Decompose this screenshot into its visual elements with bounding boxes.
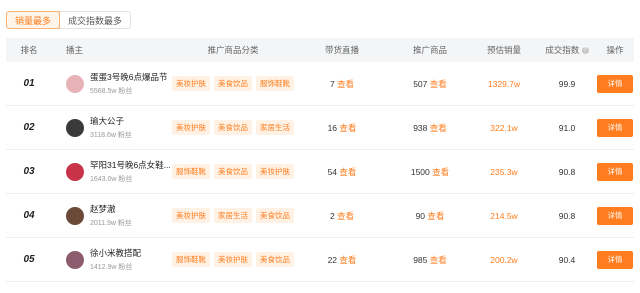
ranking-panel: 销量最多 成交指数最多 排名 播主 推广商品分类 带货直播 推广商品 预估销量 …: [0, 0, 640, 293]
rank-number: 02: [23, 122, 35, 133]
detail-button[interactable]: 详情: [597, 250, 633, 269]
category-tags: 服饰鞋靴 美妆护肤 美食饮品: [172, 252, 294, 267]
fans-count: 1643.0w 粉丝: [90, 176, 133, 183]
live-count: 16: [327, 122, 338, 133]
sort-tabs: 销量最多 成交指数最多: [6, 11, 132, 29]
live-count: 54: [327, 166, 338, 177]
anchor-name[interactable]: 徐小米教搭配: [90, 247, 141, 259]
category-tag: 服饰鞋靴: [256, 76, 294, 91]
header-category: 推广商品分类: [207, 45, 259, 55]
live-count: 22: [327, 254, 338, 265]
view-live-link[interactable]: 查看: [339, 123, 356, 133]
category-tag: 家居生活: [214, 208, 252, 223]
tab-most-index[interactable]: 成交指数最多: [60, 11, 132, 29]
header-anchor: 播主: [66, 45, 84, 55]
header-live: 带货直播: [324, 45, 359, 55]
category-tag: 服饰鞋靴: [172, 164, 210, 179]
detail-button[interactable]: 详情: [597, 162, 633, 181]
anchor-name[interactable]: 蛋蛋3号晚6点爆品节: [90, 71, 167, 83]
category-tag: 美妆护肤: [214, 252, 252, 267]
avatar[interactable]: [66, 162, 84, 181]
category-tag: 美妆护肤: [256, 164, 294, 179]
table-body: 01 蛋蛋3号晚6点爆品节 5568.5w 粉丝 美妆护肤 美食饮品 服饰鞋靴 7 查看 50…: [6, 62, 634, 282]
view-live-link[interactable]: 查看: [339, 255, 356, 265]
info-icon[interactable]: ?: [581, 47, 589, 55]
view-goods-link[interactable]: 查看: [430, 255, 447, 265]
view-goods-link[interactable]: 查看: [430, 123, 447, 133]
estimated-sales: 235.3w: [490, 166, 518, 177]
detail-button[interactable]: 详情: [597, 74, 633, 93]
detail-button[interactable]: 详情: [597, 206, 633, 225]
header-sales: 预估销量: [486, 45, 521, 55]
estimated-sales: 214.5w: [490, 210, 518, 221]
anchor-ranking-table: 排名 播主 推广商品分类 带货直播 推广商品 预估销量 成交指数 ? 操作 01…: [6, 38, 634, 282]
deal-index: 99.9: [558, 78, 576, 89]
category-tag: 美食饮品: [214, 120, 252, 135]
rank-number: 03: [23, 166, 35, 177]
fans-count: 2011.9w 粉丝: [90, 220, 132, 227]
rank-number: 04: [23, 210, 35, 221]
table-row: 04 赵梦澈 2011.9w 粉丝 美妆护肤 家居生活 美食饮品 2 查看 90 查看 214.…: [6, 194, 634, 238]
category-tag: 美食饮品: [256, 208, 294, 223]
fans-count: 3118.6w 粉丝: [90, 132, 132, 139]
table-row: 02 瑜大公子 3118.6w 粉丝 美妆护肤 美食饮品 家居生活 16 查看 938 查看 3…: [6, 106, 634, 150]
table-header: 排名 播主 推广商品分类 带货直播 推广商品 预估销量 成交指数 ? 操作: [6, 38, 634, 62]
table-row: 01 蛋蛋3号晚6点爆品节 5568.5w 粉丝 美妆护肤 美食饮品 服饰鞋靴 7 查看 50…: [6, 62, 634, 106]
header-op: 操作: [606, 45, 624, 55]
category-tags: 美妆护肤 家居生活 美食饮品: [172, 208, 294, 223]
deal-index: 90.8: [558, 166, 576, 177]
deal-index: 90.8: [558, 210, 576, 221]
goods-count: 507: [413, 78, 428, 89]
fans-count: 5568.5w 粉丝: [90, 88, 133, 95]
category-tags: 服饰鞋靴 美食饮品 美妆护肤: [172, 164, 294, 179]
goods-count: 985: [413, 254, 428, 265]
view-goods-link[interactable]: 查看: [430, 79, 447, 89]
live-count: 2: [329, 210, 335, 221]
category-tag: 美妆护肤: [172, 120, 210, 135]
header-goods: 推广商品: [412, 45, 447, 55]
category-tag: 美食饮品: [214, 76, 252, 91]
estimated-sales: 200.2w: [490, 254, 518, 265]
live-count: 7: [329, 78, 335, 89]
category-tag: 家居生活: [256, 120, 294, 135]
view-goods-link[interactable]: 查看: [432, 167, 449, 177]
table-row: 03 罕阳31号晚6点女鞋... 1643.0w 粉丝 服饰鞋靴 美食饮品 美妆护肤 54 …: [6, 150, 634, 194]
rank-number: 01: [23, 78, 35, 89]
deal-index: 90.4: [558, 254, 576, 265]
category-tag: 美食饮品: [214, 164, 252, 179]
deal-index: 91.0: [558, 122, 576, 133]
anchor-name[interactable]: 瑜大公子: [90, 115, 132, 127]
goods-count: 1500: [410, 166, 430, 177]
avatar[interactable]: [66, 250, 84, 269]
avatar[interactable]: [66, 74, 84, 93]
anchor-name[interactable]: 罕阳31号晚6点女鞋...: [90, 159, 171, 171]
header-index: 成交指数 ?: [538, 44, 596, 56]
fans-count: 1412.9w 粉丝: [90, 264, 133, 271]
table-row: 05 徐小米教搭配 1412.9w 粉丝 服饰鞋靴 美妆护肤 美食饮品 22 查看 985 查…: [6, 238, 634, 282]
avatar[interactable]: [66, 206, 84, 225]
view-live-link[interactable]: 查看: [337, 79, 354, 89]
anchor-name[interactable]: 赵梦澈: [90, 203, 132, 215]
category-tags: 美妆护肤 美食饮品 服饰鞋靴: [172, 76, 294, 91]
detail-button[interactable]: 详情: [597, 118, 633, 137]
header-index-label: 成交指数: [545, 45, 580, 55]
avatar[interactable]: [66, 118, 84, 137]
category-tag: 美妆护肤: [172, 76, 210, 91]
category-tag: 服饰鞋靴: [172, 252, 210, 267]
goods-count: 90: [415, 210, 426, 221]
estimated-sales: 1329.7w: [487, 78, 521, 89]
category-tags: 美妆护肤 美食饮品 家居生活: [172, 120, 294, 135]
category-tag: 美妆护肤: [172, 208, 210, 223]
estimated-sales: 322.1w: [490, 122, 518, 133]
view-live-link[interactable]: 查看: [339, 167, 356, 177]
rank-number: 05: [23, 254, 35, 265]
tab-most-sales[interactable]: 销量最多: [6, 11, 61, 29]
header-rank: 排名: [20, 45, 38, 55]
goods-count: 938: [413, 122, 428, 133]
view-goods-link[interactable]: 查看: [427, 211, 444, 221]
view-live-link[interactable]: 查看: [337, 211, 354, 221]
category-tag: 美食饮品: [256, 252, 294, 267]
